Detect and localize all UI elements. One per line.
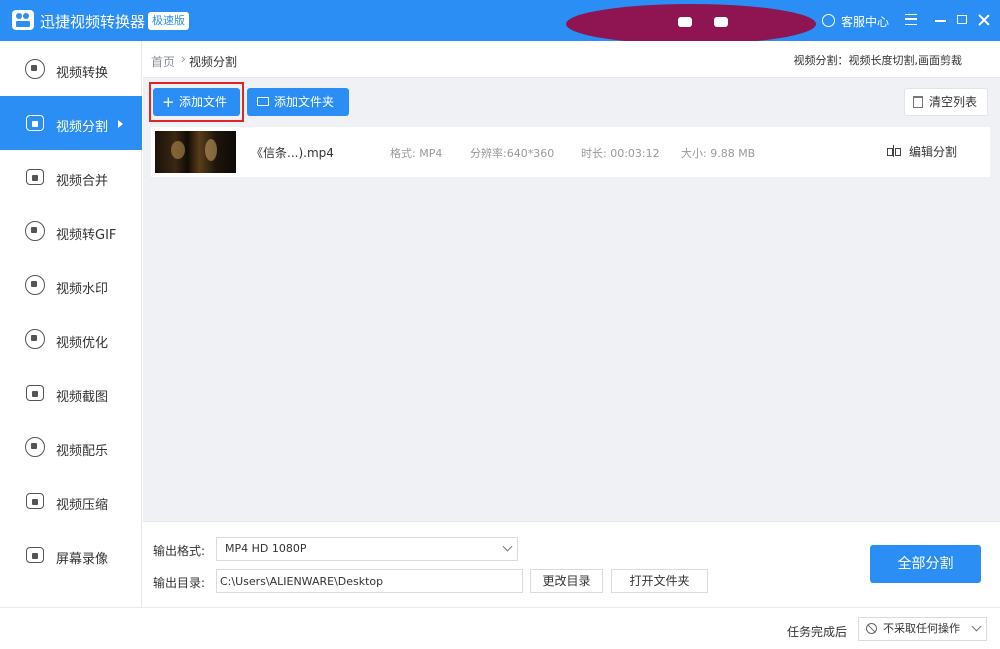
music-icon xyxy=(25,437,45,457)
optimize-icon xyxy=(25,329,45,349)
sidebar: 视频转换 视频分割 视频合并 视频转GIF 视频水印 视频优化 视频截图 视频配… xyxy=(0,41,142,607)
output-dir-field[interactable] xyxy=(216,569,523,593)
help-icon[interactable] xyxy=(822,14,835,27)
open-folder-button[interactable]: 打开文件夹 xyxy=(611,569,708,593)
list-item[interactable]: 《信条...).mp4 格式: MP4 分辨率:640*360 时长: 00:0… xyxy=(151,127,990,177)
minimize-icon[interactable] xyxy=(935,20,946,22)
title-bar: 迅捷视频转换器 极速版 客服中心 xyxy=(0,0,1000,44)
convert-icon xyxy=(25,59,45,79)
status-bar: 任务完成后 不采取任何操作 xyxy=(0,607,1000,649)
after-task-select[interactable]: 不采取任何操作 xyxy=(858,617,987,641)
merge-icon xyxy=(26,169,44,185)
sidebar-item-video-screenshot[interactable]: 视频截图 xyxy=(0,366,142,420)
ban-icon xyxy=(866,623,877,634)
sidebar-item-video-compress[interactable]: 视频压缩 xyxy=(0,474,142,528)
sidebar-item-label: 视频压缩 xyxy=(56,498,109,513)
breadcrumb: 首页 › 视频分割 视频分割：视频长度切割,画面剪裁 xyxy=(143,41,1000,78)
sidebar-item-video-gif[interactable]: 视频转GIF xyxy=(0,204,142,258)
sidebar-item-label: 视频转换 xyxy=(56,66,109,81)
app-title: 迅捷视频转换器 xyxy=(40,13,146,31)
sidebar-item-label: 视频分割 xyxy=(56,120,109,135)
menu-icon[interactable] xyxy=(905,14,917,25)
sidebar-item-video-music[interactable]: 视频配乐 xyxy=(0,420,142,474)
split-icon xyxy=(26,115,44,131)
folder-icon xyxy=(257,97,269,106)
file-resolution: 分辨率:640*360 xyxy=(470,147,555,160)
add-folder-button[interactable]: 添加文件夹 xyxy=(247,88,349,116)
redacted-area xyxy=(566,4,816,44)
record-icon xyxy=(26,547,44,563)
file-duration: 时长: 00:03:12 xyxy=(581,147,660,160)
file-name: 《信条...).mp4 xyxy=(251,146,334,160)
output-format-label: 输出格式: xyxy=(153,544,206,558)
chevron-down-icon xyxy=(971,621,982,632)
breadcrumb-current: 视频分割 xyxy=(189,55,238,69)
sidebar-item-label: 视频合并 xyxy=(56,174,109,189)
close-icon[interactable] xyxy=(976,12,992,28)
clear-list-button[interactable]: 清空列表 xyxy=(904,88,988,116)
sidebar-item-label: 视频配乐 xyxy=(56,444,109,459)
compress-icon xyxy=(26,493,44,509)
sidebar-item-label: 视频优化 xyxy=(56,336,109,351)
after-task-label: 任务完成后 xyxy=(787,625,848,639)
edition-badge: 极速版 xyxy=(148,12,189,30)
sidebar-item-video-merge[interactable]: 视频合并 xyxy=(0,150,142,204)
edit-split-button[interactable]: 编辑分割 xyxy=(887,140,957,164)
video-thumbnail xyxy=(155,131,236,173)
sidebar-item-label: 视频水印 xyxy=(56,282,109,297)
highlight-box xyxy=(149,82,244,122)
maximize-icon[interactable] xyxy=(957,15,967,24)
chevron-down-icon xyxy=(502,541,513,552)
trash-icon xyxy=(913,96,923,108)
breadcrumb-separator: › xyxy=(181,52,186,66)
chevron-right-icon xyxy=(118,120,123,128)
clear-list-label: 清空列表 xyxy=(929,95,978,109)
after-task-value: 不采取任何操作 xyxy=(883,622,960,635)
file-list-area: + 添加文件 添加文件夹 清空列表 《信条...).mp4 格式: MP4 分辨… xyxy=(143,78,1000,521)
watermark-icon xyxy=(25,275,45,295)
gif-icon xyxy=(25,221,45,241)
output-dir-label: 输出目录: xyxy=(153,576,206,590)
output-format-value: MP4 HD 1080P xyxy=(225,542,307,555)
output-format-select[interactable]: MP4 HD 1080P xyxy=(216,537,518,561)
file-size: 大小: 9.88 MB xyxy=(681,147,756,160)
file-format: 格式: MP4 xyxy=(390,147,443,160)
app-logo-icon xyxy=(12,10,34,30)
sidebar-item-label: 屏幕录像 xyxy=(56,552,109,567)
sidebar-item-label: 视频截图 xyxy=(56,390,109,405)
sidebar-item-screen-record[interactable]: 屏幕录像 xyxy=(0,528,142,582)
sidebar-item-video-convert[interactable]: 视频转换 xyxy=(0,42,142,96)
sidebar-item-label: 视频转GIF xyxy=(56,228,117,243)
edit-split-label: 编辑分割 xyxy=(909,145,958,159)
add-folder-label: 添加文件夹 xyxy=(274,95,335,109)
help-center-link[interactable]: 客服中心 xyxy=(841,13,889,30)
change-dir-button[interactable]: 更改目录 xyxy=(530,569,603,593)
split-edit-icon xyxy=(887,145,901,157)
split-all-button[interactable]: 全部分割 xyxy=(870,545,981,583)
feature-description: 视频分割：视频长度切割,画面剪裁 xyxy=(793,54,963,67)
sidebar-item-video-watermark[interactable]: 视频水印 xyxy=(0,258,142,312)
output-settings: 输出格式: MP4 HD 1080P 输出目录: 更改目录 打开文件夹 全部分割 xyxy=(143,521,1000,607)
screenshot-icon xyxy=(26,385,44,401)
sidebar-item-video-optimize[interactable]: 视频优化 xyxy=(0,312,142,366)
breadcrumb-home[interactable]: 首页 xyxy=(151,53,175,70)
sidebar-item-video-split[interactable]: 视频分割 xyxy=(0,96,142,150)
